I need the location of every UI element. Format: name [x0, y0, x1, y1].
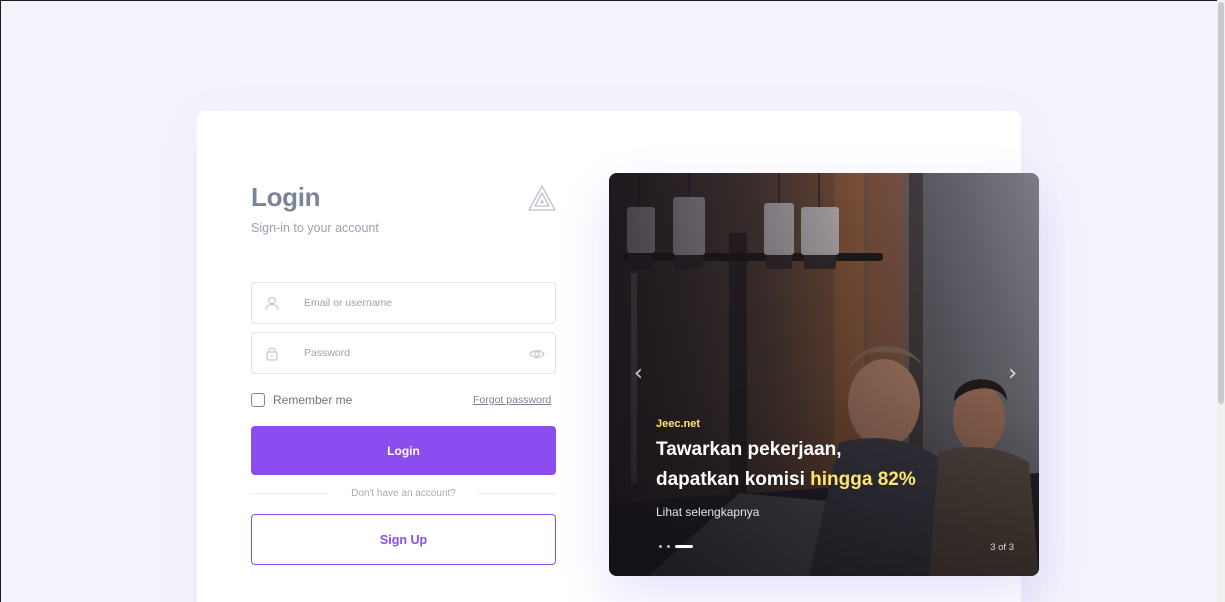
divider-text: Don't have an account? [351, 488, 456, 499]
carousel-dot-1[interactable] [659, 544, 662, 548]
hero-brand: Jeec.net [656, 418, 701, 430]
forgot-password-link[interactable]: Forgot password [473, 394, 551, 406]
user-icon [265, 296, 279, 311]
chevron-left-icon[interactable]: ‹ [634, 363, 643, 385]
headline-line-2: dapatkan komisi [656, 469, 805, 490]
carousel-indicators [659, 544, 698, 548]
remember-label: Remember me [273, 393, 353, 407]
headline-highlight: hingga 82% [810, 469, 916, 490]
password-input[interactable] [304, 333, 514, 373]
remember-me[interactable]: Remember me [251, 392, 352, 408]
eye-icon[interactable] [529, 346, 545, 362]
slide-counter: 3 of 3 [990, 542, 1014, 553]
hero-headline: Tawarkan pekerjaan, dapatkan komisi hing… [656, 435, 986, 495]
see-more-link[interactable]: Lihat selengkapnya [656, 505, 759, 519]
scrollbar-track[interactable] [1217, 0, 1225, 602]
email-input[interactable] [304, 283, 514, 323]
chevron-right-icon[interactable]: › [1008, 363, 1017, 385]
email-field[interactable] [251, 282, 556, 324]
triangle-logo-icon [528, 185, 556, 211]
carousel-dot-2[interactable] [667, 544, 670, 548]
headline-line-1: Tawarkan pekerjaan, [656, 439, 842, 460]
scrollbar-thumb[interactable] [1218, 2, 1224, 404]
login-button[interactable]: Login [251, 426, 556, 475]
signup-button[interactable]: Sign Up [251, 514, 556, 565]
page-subtitle: Sign-in to your account [251, 221, 379, 235]
lock-icon [266, 347, 278, 361]
remember-checkbox[interactable] [251, 393, 265, 407]
page-title: Login [251, 182, 321, 212]
hero-carousel: ‹ › Jeec.net Tawarkan pekerjaan, dapatka… [609, 173, 1039, 576]
carousel-dot-3[interactable] [675, 544, 693, 548]
password-field[interactable] [251, 332, 556, 374]
